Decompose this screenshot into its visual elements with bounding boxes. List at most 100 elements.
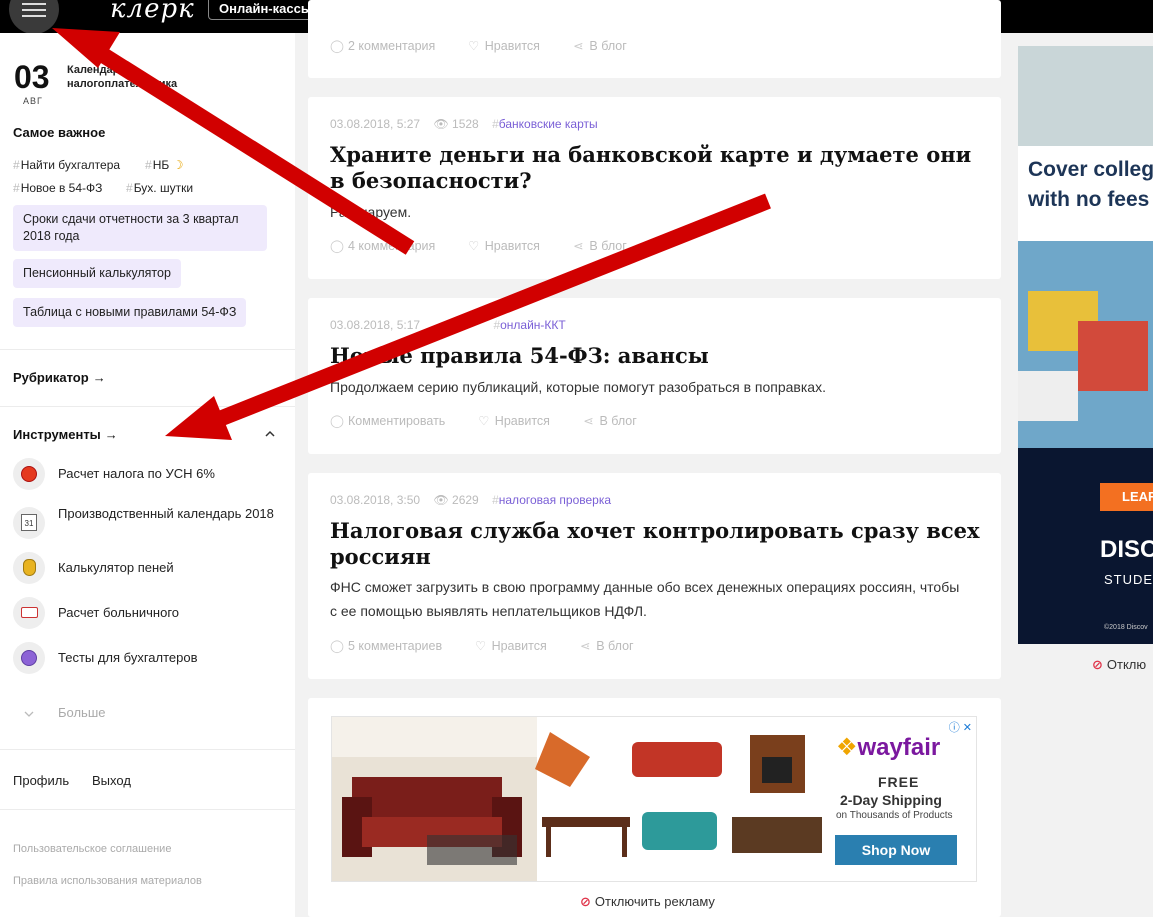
calendar-month: АВГ [23, 96, 43, 106]
no-entry-icon: ⊘ [1092, 657, 1103, 672]
article-card: ◯ 2 комментария ♡ Нравится ⋖ В блог [308, 0, 1001, 78]
comment-icon: ◯ [330, 239, 344, 253]
article-meta: 03.08.2018, 3:50 👁 2629 #налоговая прове… [330, 493, 612, 507]
heart-icon: ♡ [468, 239, 480, 253]
share-icon: ⋖ [583, 414, 594, 428]
tools-link[interactable]: Инструменты → [13, 427, 118, 442]
disable-ads-right-link[interactable]: ⊘ Отклю [1092, 657, 1146, 673]
profile-link[interactable]: Профиль [13, 773, 69, 788]
comments-label: 5 комментариев [348, 639, 443, 653]
blog-label: В блог [589, 239, 627, 253]
article-card: 03.08.2018, 5:27 👁 1528 #банковские карт… [308, 97, 1001, 279]
share-blog-button[interactable]: ⋖ В блог [571, 239, 640, 253]
like-label: Нравится [484, 39, 540, 53]
ad-free-text: FREE [878, 774, 920, 790]
sidebar: 03 АВГ Календарь налогоплательщика Самое… [0, 33, 295, 917]
ad-headline-box: Cover colleg with no fees [1018, 146, 1153, 241]
rubricator-link[interactable]: Рубрикатор → [13, 370, 106, 385]
user-agreement-link[interactable]: Пользовательское соглашение [13, 843, 171, 855]
tool-label: Калькулятор пеней [58, 560, 174, 575]
article-title[interactable]: Храните деньги на банковской карте и дум… [330, 142, 980, 194]
article-tag[interactable]: онлайн-ККТ [500, 318, 566, 332]
heart-icon: ♡ [474, 639, 487, 653]
article-title[interactable]: Налоговая служба хочет контролировать ср… [330, 518, 980, 570]
calendar-day[interactable]: 03 [14, 59, 50, 96]
disable-ads-label: Отклю [1106, 657, 1147, 672]
article-views: 2629 [452, 493, 479, 507]
ad-headline-line: with no fees [1028, 188, 1150, 211]
comment-icon: ◯ [330, 39, 344, 53]
money-bag-icon [13, 552, 45, 584]
comment-icon: ◯ [330, 639, 344, 653]
like-button[interactable]: ♡ Нравится [467, 239, 554, 253]
divider [0, 349, 295, 350]
tool-label: Тесты для бухгалтеров [58, 650, 198, 665]
chip-54fz-table[interactable]: Таблица с новыми правилами 54-ФЗ [13, 298, 247, 327]
red-circle-icon [13, 458, 45, 490]
heart-icon: ♡ [478, 414, 490, 428]
heart-icon: ♡ [468, 39, 480, 53]
menu-icon-line [22, 9, 46, 11]
comment-icon: ◯ [330, 414, 344, 428]
ad-learn-button[interactable]: LEAR [1100, 483, 1153, 511]
like-label: Нравится [494, 414, 550, 428]
ad-brand: DISC [1100, 536, 1153, 563]
like-button[interactable]: ♡ Нравится [477, 414, 564, 428]
wayfair-logo: ❖wayfair [836, 733, 940, 762]
brain-icon [13, 642, 45, 674]
disable-ads-link[interactable]: ⊘ Отключить рекламу [580, 894, 715, 910]
article-lead: Продолжаем серию публикаций, которые пом… [330, 379, 826, 395]
tag-find-accountant[interactable]: #Найти бухгалтера [13, 158, 120, 172]
tool-label: Производственный календарь 2018 [58, 506, 274, 521]
wayfair-ad[interactable]: ⓘ ✕ ❖wayfair FREE 2-Day Shipping on Thou… [331, 716, 977, 882]
article-actions: ◯ 5 комментариев ♡ Нравится ⋖ В блог [330, 638, 662, 653]
logout-link[interactable]: Выход [92, 773, 131, 788]
comments-link[interactable]: ◯ Комментировать [330, 414, 459, 428]
site-logo[interactable]: клерк [110, 0, 195, 24]
material-rules-link[interactable]: Правила использования материалов [13, 875, 202, 887]
wayfair-mark-icon: ❖ [836, 734, 858, 761]
article-tag[interactable]: налоговая проверка [499, 493, 611, 507]
article-views: 1528 [452, 117, 479, 131]
calendar-link[interactable]: Календарь налогоплательщика [67, 63, 197, 91]
ad-copyright: ©2018 Discov [1104, 624, 1148, 631]
chevron-up-icon[interactable] [264, 429, 276, 439]
chip-report-deadlines[interactable]: Сроки сдачи отчетности за 3 квартал 2018… [13, 205, 267, 251]
article-title[interactable]: Новые правила 54-ФЗ: авансы [330, 343, 980, 369]
share-blog-button[interactable]: ⋖ В блог [571, 39, 640, 53]
arrow-right-icon: → [104, 427, 118, 442]
tools-label: Инструменты [13, 427, 101, 442]
like-label: Нравится [484, 239, 540, 253]
tag-nb[interactable]: #НБ ☽ [145, 158, 183, 172]
menu-icon-line [22, 15, 46, 17]
chip-pension-calculator[interactable]: Пенсионный калькулятор [13, 259, 181, 288]
tag-new-54fz[interactable]: #Новое в 54-ФЗ [13, 181, 102, 195]
ad-info-icon[interactable]: ⓘ ✕ [949, 719, 972, 735]
eye-icon: 👁 [433, 117, 449, 131]
comments-label: 2 комментария [348, 39, 436, 53]
article-card: 03.08.2018, 3:50 👁 2629 #налоговая прове… [308, 473, 1001, 679]
article-tag[interactable]: банковские карты [499, 117, 598, 131]
comments-link[interactable]: ◯ 5 комментариев [330, 639, 456, 653]
like-button[interactable]: ♡ Нравится [474, 639, 561, 653]
article-actions: ◯ Комментировать ♡ Нравится ⋖ В блог [330, 413, 665, 428]
more-button[interactable]: Больше [58, 705, 106, 720]
share-blog-button[interactable]: ⋖ В блог [581, 414, 650, 428]
article-date: 03.08.2018, 3:50 [330, 493, 421, 507]
article-lead: Разочаруем. [330, 204, 412, 220]
menu-button[interactable] [9, 0, 59, 34]
divider [0, 809, 295, 810]
comments-label: 4 комментария [348, 239, 436, 253]
ad-building-image [1018, 46, 1153, 146]
discover-ad[interactable]: Cover colleg with no fees LEAR DISC STUD… [1018, 46, 1153, 644]
comments-link[interactable]: ◯ 2 комментария [330, 39, 449, 53]
share-blog-button[interactable]: ⋖ В блог [578, 639, 647, 653]
like-button[interactable]: ♡ Нравится [467, 39, 554, 53]
chevron-down-icon[interactable] [24, 710, 34, 718]
tag-jokes[interactable]: #Бух. шутки [126, 181, 193, 195]
menu-icon [22, 3, 46, 5]
divider [0, 749, 295, 750]
share-icon: ⋖ [579, 639, 591, 653]
shop-now-button[interactable]: Shop Now [835, 835, 957, 865]
comments-link[interactable]: ◯ 4 комментария [330, 239, 449, 253]
